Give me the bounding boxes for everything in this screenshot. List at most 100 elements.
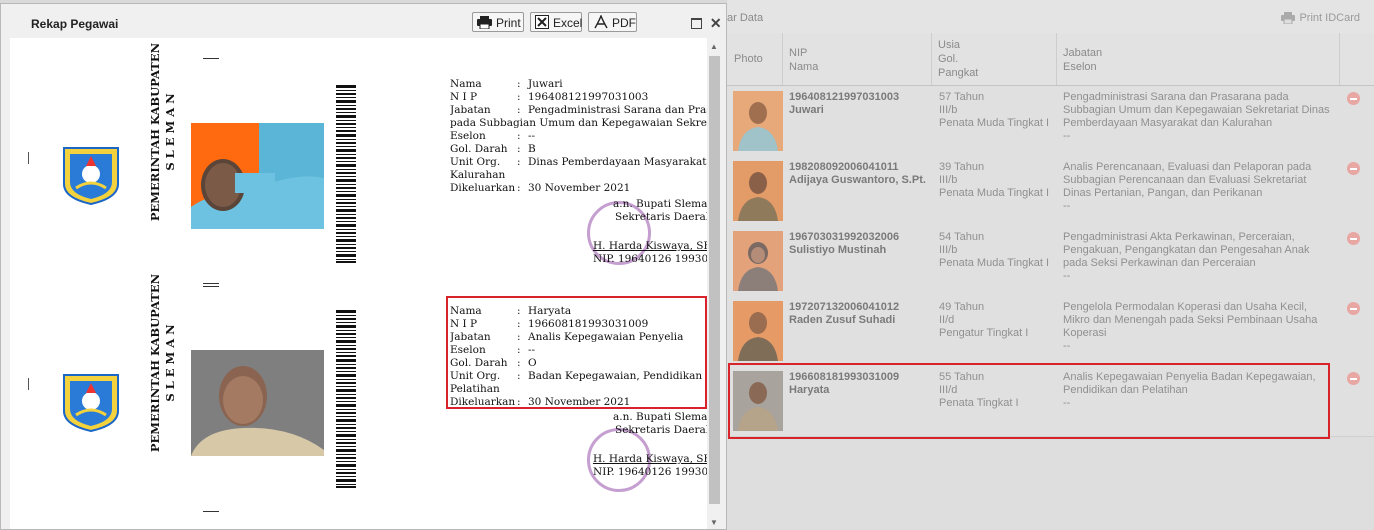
row-jabatan: Analis Perencanaan, Evaluasi dan Pelapor… bbox=[1063, 161, 1312, 199]
col-pangkat-label: Pangkat bbox=[938, 67, 979, 79]
row-nama: Adijaya Guswantoro, S.Pt. bbox=[789, 174, 926, 186]
gov-line1: PEMERINTAH KABUPATEN bbox=[148, 273, 162, 453]
row-nama: Sulistiyo Mustinah bbox=[789, 244, 887, 256]
print-idcard-button[interactable]: Print IDCard bbox=[1281, 12, 1360, 25]
remove-icon[interactable] bbox=[1347, 372, 1360, 385]
maximize-icon[interactable] bbox=[691, 17, 702, 29]
row-jabatan: Pengadministrasi Akta Perkawinan, Percer… bbox=[1063, 231, 1310, 269]
row-nama: Raden Zusuf Suhadi bbox=[789, 314, 896, 326]
table-row[interactable]: 197207132006041012 Raden Zusuf Suhadi 49 … bbox=[727, 296, 1374, 367]
col-usia[interactable]: Usia Gol. Pangkat bbox=[932, 33, 1057, 85]
row-eselon: -- bbox=[1063, 340, 1071, 352]
label-nip: N I P bbox=[450, 91, 478, 103]
row-usia: 39 Tahun bbox=[939, 161, 985, 173]
sign-an: a.n. Bupati Sleman bbox=[613, 198, 707, 210]
sign-name: H. Harda Kiswaya, SE, M.Hum bbox=[593, 240, 707, 252]
print-button-label: Print bbox=[496, 16, 521, 30]
employee-photo bbox=[733, 161, 783, 221]
row-pangkat: Penata Muda Tingkat I bbox=[939, 187, 1050, 199]
col-nip-nama[interactable]: NIP Nama bbox=[783, 33, 932, 85]
row-jabatan: Pengelola Permodalan Koperasi dan Usaha … bbox=[1063, 301, 1318, 339]
table-row[interactable]: 196703031992032006 Sulistiyo Mustinah 54 … bbox=[727, 226, 1374, 297]
row-nip: 196408121997031003 bbox=[789, 91, 900, 103]
card-info: Nama: Juwari N I P:196408121997031003 Jab… bbox=[450, 78, 707, 195]
signature-block: a.n. Bupati Sleman Sekretaris Daerah H. … bbox=[593, 198, 707, 265]
print-button[interactable]: Print bbox=[472, 12, 524, 32]
vertical-scrollbar[interactable]: ▲ ▼ bbox=[707, 38, 722, 529]
col-photo[interactable]: Photo bbox=[727, 33, 783, 85]
row-eselon: -- bbox=[1063, 270, 1071, 282]
scroll-up-icon[interactable]: ▲ bbox=[710, 42, 718, 51]
gov-line1: PEMERINTAH KABUPATEN bbox=[148, 42, 162, 222]
crop-mark bbox=[28, 152, 29, 164]
excel-icon bbox=[535, 15, 549, 29]
col-eselon-label: Eselon bbox=[1063, 61, 1097, 73]
col-jabatan[interactable]: Jabatan Eselon bbox=[1057, 33, 1340, 85]
table-row[interactable]: 198208092006041011 Adijaya Guswantoro, S.… bbox=[727, 156, 1374, 227]
employee-photo bbox=[733, 231, 783, 291]
row-gol: III/b bbox=[939, 174, 958, 186]
value-dikeluarkan: 30 November 2021 bbox=[528, 182, 631, 194]
label-eselon: Eselon bbox=[450, 130, 486, 142]
sign-name: H. Harda Kiswaya, SE, M.Hum bbox=[593, 453, 707, 465]
rekap-pegawai-window: Rekap Pegawai Print Excel PDF ✕ PEMERINT… bbox=[0, 3, 727, 530]
sign-role: Sekretaris Daerah bbox=[615, 423, 707, 436]
gov-title: PEMERINTAH KABUPATEN S L E M A N bbox=[148, 243, 178, 483]
remove-icon[interactable] bbox=[1347, 302, 1360, 315]
col-usia-label: Usia bbox=[938, 39, 961, 51]
selected-row-highlight bbox=[728, 363, 1330, 439]
label-jabatan: Jabatan bbox=[450, 104, 491, 116]
row-nip: 196703031992032006 bbox=[789, 231, 900, 243]
employee-grid-panel: ar Data Print IDCard Photo NIP Nama Usia G… bbox=[727, 0, 1374, 530]
remove-icon[interactable] bbox=[1347, 162, 1360, 175]
label-nama: Nama bbox=[450, 78, 482, 90]
barcode bbox=[336, 310, 356, 488]
label-dikeluarkan: Dikeluarkan bbox=[450, 182, 516, 194]
row-usia: 49 Tahun bbox=[939, 301, 985, 313]
export-data-button[interactable]: ar Data bbox=[727, 12, 763, 24]
window-title: Rekap Pegawai bbox=[31, 17, 119, 31]
scrollbar-thumb[interactable] bbox=[709, 56, 720, 504]
value-gol-darah: B bbox=[528, 143, 536, 155]
pdf-icon bbox=[594, 15, 608, 29]
row-pangkat: Pengatur Tingkat I bbox=[939, 327, 1029, 339]
idcard: PEMERINTAH KABUPATEN S L E M A N Nama: Juw… bbox=[10, 38, 707, 287]
row-nama: Juwari bbox=[789, 104, 824, 116]
row-jabatan: Pengadministrasi Sarana dan Prasarana pa… bbox=[1063, 91, 1330, 129]
table-row[interactable]: 196408121997031003 Juwari 57 Tahun III/b Pe… bbox=[727, 86, 1374, 157]
window-controls: ✕ bbox=[691, 14, 722, 32]
excel-button[interactable]: Excel bbox=[530, 12, 582, 32]
row-nip: 198208092006041011 bbox=[789, 161, 899, 173]
excel-button-label: Excel bbox=[553, 16, 583, 30]
value-nip: 196408121997031003 bbox=[528, 91, 649, 103]
pdf-button[interactable]: PDF bbox=[588, 12, 637, 32]
crop-mark bbox=[203, 58, 219, 59]
col-nama-label: Nama bbox=[789, 61, 819, 73]
row-usia: 54 Tahun bbox=[939, 231, 985, 243]
close-icon[interactable]: ✕ bbox=[710, 15, 722, 32]
row-pangkat: Penata Muda Tingkat I bbox=[939, 117, 1050, 129]
sign-role: Sekretaris Daerah bbox=[615, 210, 707, 223]
value-jabatan: Pengadministrasi Sarana dan Prasarana bbox=[528, 104, 707, 116]
row-usia: 57 Tahun bbox=[939, 91, 985, 103]
card-photo bbox=[191, 350, 324, 456]
label-unit: Unit Org. bbox=[450, 156, 501, 168]
crop-mark bbox=[28, 378, 29, 390]
pdf-button-label: PDF bbox=[612, 16, 636, 30]
label-gol-darah: Gol. Darah bbox=[450, 143, 508, 155]
value-eselon: -- bbox=[528, 130, 536, 142]
value-unit-cont: Kalurahan bbox=[450, 169, 506, 181]
gov-title: PEMERINTAH KABUPATEN S L E M A N bbox=[148, 38, 178, 252]
row-gol: III/b bbox=[939, 104, 958, 116]
col-nip-label: NIP bbox=[789, 47, 808, 59]
row-eselon: -- bbox=[1063, 200, 1071, 212]
value-jabatan-cont: pada Subbagian Umum dan Kepegawaian Sekr… bbox=[450, 117, 707, 129]
row-pangkat: Penata Muda Tingkat I bbox=[939, 257, 1050, 269]
sign-an: a.n. Bupati Sleman bbox=[613, 411, 707, 423]
remove-icon[interactable] bbox=[1347, 92, 1360, 105]
remove-icon[interactable] bbox=[1347, 232, 1360, 245]
selected-card-highlight bbox=[446, 296, 707, 409]
grid-header: Photo NIP Nama Usia Gol. Pangkat Jabatan Ese… bbox=[727, 33, 1374, 86]
scroll-down-icon[interactable]: ▼ bbox=[710, 518, 718, 527]
row-nip: 197207132006041012 bbox=[789, 301, 900, 313]
